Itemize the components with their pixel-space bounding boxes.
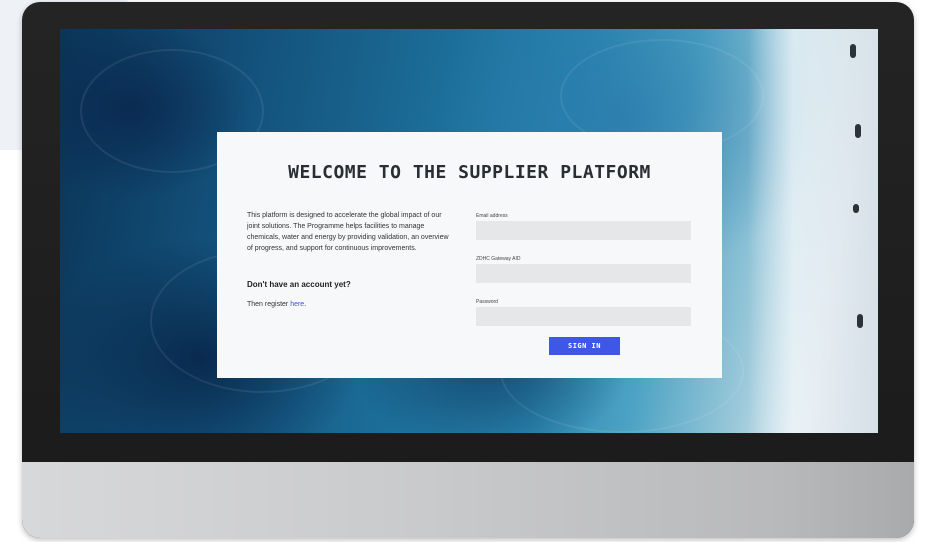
register-suffix: . bbox=[304, 301, 307, 308]
zdhc-aid-field[interactable] bbox=[476, 264, 691, 283]
page-title: WELCOME TO THE SUPPLIER PLATFORM bbox=[288, 162, 651, 183]
no-account-heading: Don't have an account yet? bbox=[247, 280, 351, 289]
password-field[interactable] bbox=[476, 307, 691, 326]
zdhc-aid-label: ZDHC Gateway AID bbox=[476, 256, 521, 262]
monitor-screen: WELCOME TO THE SUPPLIER PLATFORM This pl… bbox=[60, 29, 878, 433]
intro-text: This platform is designed to accelerate … bbox=[247, 212, 449, 252]
register-prefix: Then register bbox=[247, 301, 291, 308]
register-link[interactable]: here bbox=[290, 301, 304, 308]
sign-in-button[interactable]: SIGN IN bbox=[549, 337, 620, 355]
login-card: WELCOME TO THE SUPPLIER PLATFORM This pl… bbox=[217, 132, 722, 378]
monitor-frame: WELCOME TO THE SUPPLIER PLATFORM This pl… bbox=[22, 2, 914, 538]
email-label: Email address bbox=[476, 213, 508, 219]
monitor-chin bbox=[22, 462, 914, 538]
password-label: Password bbox=[476, 299, 498, 305]
surf-foam bbox=[748, 29, 878, 433]
email-field[interactable] bbox=[476, 221, 691, 240]
register-text: Then register here. bbox=[247, 301, 306, 308]
